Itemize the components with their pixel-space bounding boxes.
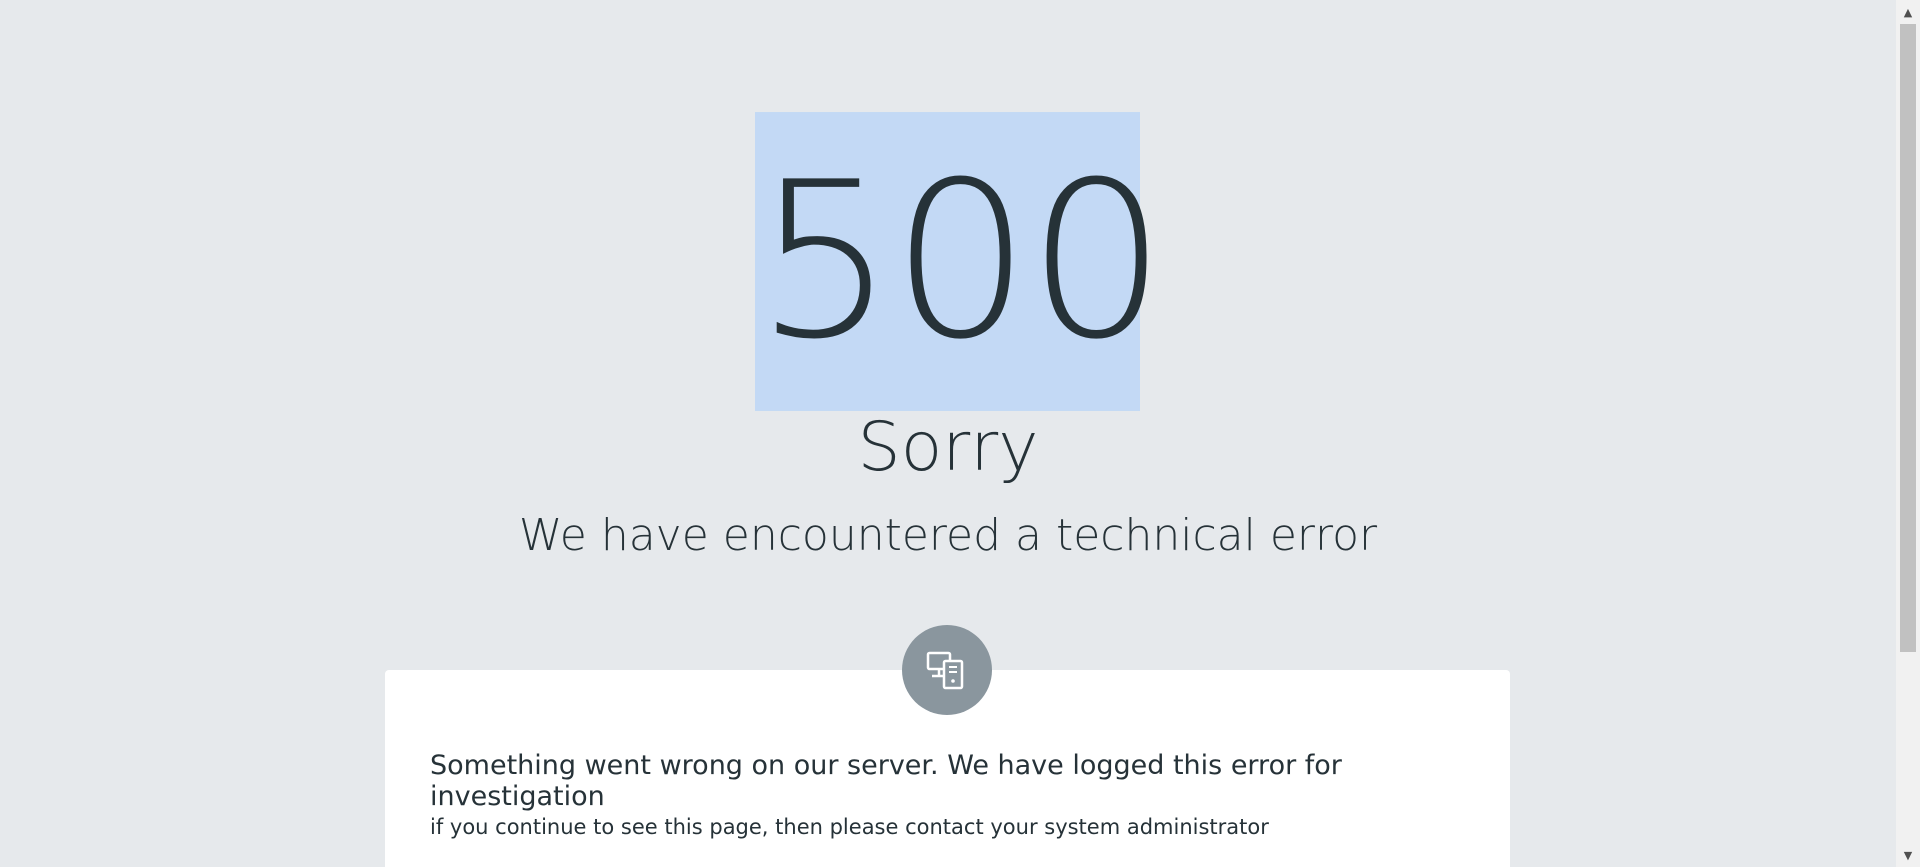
server-icon xyxy=(926,651,964,690)
scroll-up-arrow-icon[interactable]: ▲ xyxy=(1896,0,1920,24)
main-content: 500 Sorry We have encountered a technica… xyxy=(0,0,1896,867)
scrollbar-thumb[interactable] xyxy=(1900,24,1916,652)
error-heading: Sorry xyxy=(857,408,1039,487)
error-message: Something went wrong on our server. We h… xyxy=(430,750,1342,812)
error-subheading: We have encountered a technical error xyxy=(518,510,1378,561)
error-code: 500 xyxy=(755,112,1167,411)
error-page: 500 Sorry We have encountered a technica… xyxy=(0,0,1920,867)
error-hint: if you continue to see this page, then p… xyxy=(430,815,1269,839)
scroll-down-arrow-icon[interactable]: ▼ xyxy=(1896,843,1920,867)
vertical-scrollbar[interactable]: ▲ ▼ xyxy=(1896,0,1920,867)
server-icon-badge xyxy=(902,625,992,715)
